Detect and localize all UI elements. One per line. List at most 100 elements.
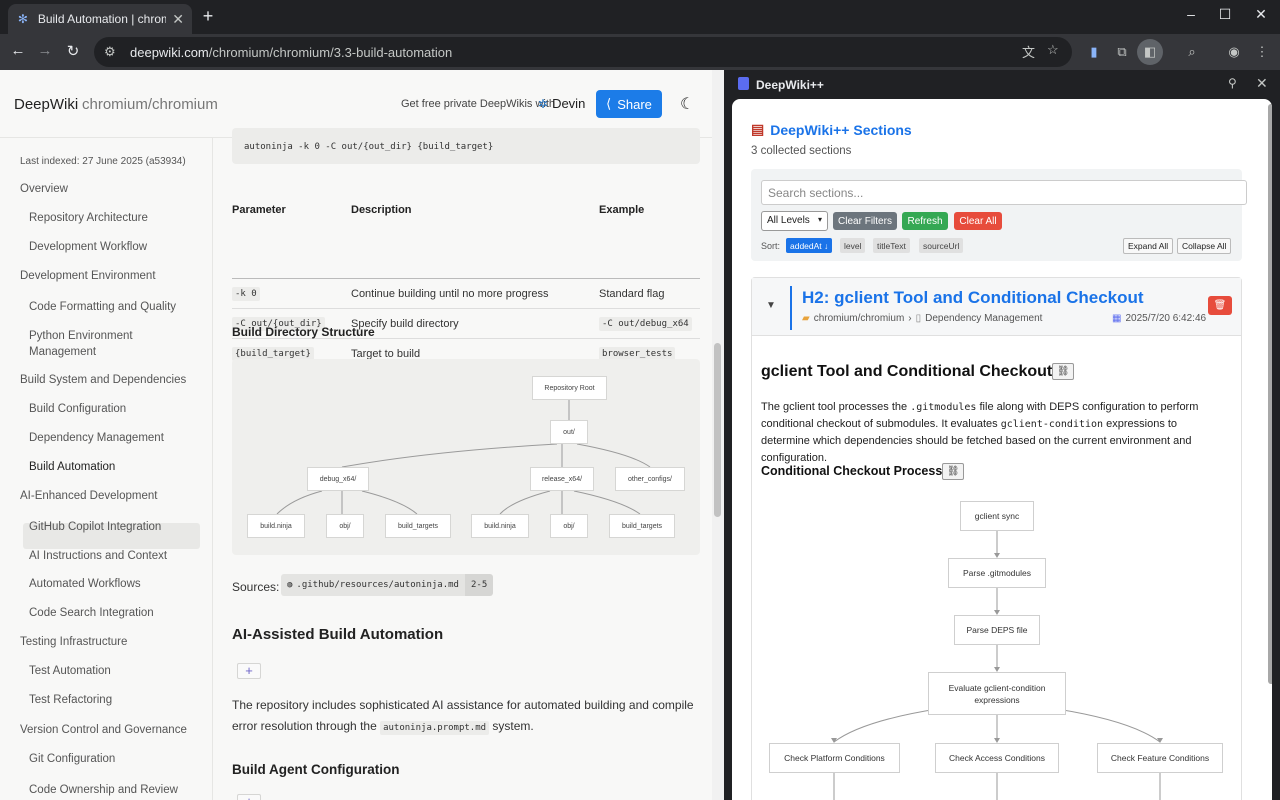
reload-icon[interactable]: ↻ xyxy=(63,42,83,60)
diagram-node: obj/ xyxy=(326,514,364,538)
collapse-toggle-icon[interactable]: ▼ xyxy=(766,300,776,311)
sidebar-item-build-configuration[interactable]: Build Configuration xyxy=(29,403,126,415)
sidebar-item-ai-instructions-and-context[interactable]: AI Instructions and Context xyxy=(29,548,179,564)
card-page: Dependency Management xyxy=(925,313,1043,324)
devin-label: Devin xyxy=(552,96,586,111)
forward-icon[interactable]: → xyxy=(35,42,55,59)
collapse-all-button[interactable]: Collapse All xyxy=(1177,238,1232,254)
tab-search-icon[interactable]: ⌕ xyxy=(1181,42,1203,62)
sidebar-item-build-automation[interactable]: Build Automation xyxy=(29,461,115,473)
address-bar[interactable]: ⚙ deepwiki.com/chromium/chromium/3.3-bui… xyxy=(94,37,1072,67)
window-close-icon[interactable]: ✕ xyxy=(1249,6,1273,23)
sort-option-sourceurl[interactable]: sourceUrl xyxy=(919,238,964,253)
diagram-node: build.ninja xyxy=(247,514,305,538)
minimize-icon[interactable]: – xyxy=(1179,6,1203,22)
delete-trash-icon[interactable]: 🗑 xyxy=(1208,296,1232,315)
card-date: ▦ 2025/7/20 6:42:46 xyxy=(1112,313,1207,324)
section-card: ▼ H2: gclient Tool and Conditional Check… xyxy=(751,277,1242,800)
devin-link[interactable]: ✲ Devin xyxy=(538,96,585,111)
bookmark-star-icon[interactable]: ☆ xyxy=(1047,42,1059,58)
card-accent-bar xyxy=(790,286,792,330)
new-tab-button[interactable]: + xyxy=(198,6,218,27)
section-card-title[interactable]: H2: gclient Tool and Conditional Checkou… xyxy=(802,288,1144,308)
browser-tab[interactable]: ✻ Build Automation | chromium/c ✕ xyxy=(8,4,192,34)
deepwiki-plus-icon xyxy=(738,77,749,90)
side-panel-close-icon[interactable]: ✕ xyxy=(1256,75,1268,92)
sidebar-item-build-system-and-dependencies[interactable]: Build System and Dependencies xyxy=(20,374,186,386)
tab-close-icon[interactable]: ✕ xyxy=(172,11,184,28)
clear-all-button[interactable]: Clear All xyxy=(954,212,1002,230)
sidebar-item-overview[interactable]: Overview xyxy=(20,183,68,195)
sidebar-item-testing-infrastructure[interactable]: Testing Infrastructure xyxy=(20,636,127,648)
page-icon: ▯ xyxy=(915,313,922,324)
repo-name[interactable]: chromium/chromium xyxy=(82,96,218,113)
side-panel-scrollbar[interactable] xyxy=(1268,104,1272,798)
sidebar-item-test-automation[interactable]: Test Automation xyxy=(29,665,111,677)
refresh-button[interactable]: Refresh xyxy=(902,212,948,230)
sources-label: Sources: xyxy=(232,580,280,594)
side-panel-icon[interactable]: ◧ xyxy=(1137,39,1163,65)
sidebar-item-development-workflow[interactable]: Development Workflow xyxy=(29,241,147,253)
table-divider xyxy=(232,308,700,309)
flow-node: Check Access Conditions xyxy=(935,743,1059,773)
sidebar-item-python-environment-management[interactable]: Python Environment Management xyxy=(29,328,179,360)
scrollbar-thumb[interactable] xyxy=(1268,104,1272,684)
sidebar-item-code-formatting-and-quality[interactable]: Code Formatting and Quality xyxy=(29,299,179,315)
sidebar-item-development-environment[interactable]: Development Environment xyxy=(20,270,156,282)
extension-deepwiki-icon[interactable]: ▮ xyxy=(1083,42,1105,62)
sidebar-item-code-ownership-and-review[interactable]: Code Ownership and Review xyxy=(29,782,179,798)
table-header-description: Description xyxy=(351,204,412,216)
flow-node: Check Feature Conditions xyxy=(1097,743,1223,773)
sidebar-item-git-configuration[interactable]: Git Configuration xyxy=(29,753,115,765)
wiki-content: autoninja -k 0 -C out/{out_dir} {build_t… xyxy=(213,128,712,800)
extensions-puzzle-icon[interactable]: ⧉ xyxy=(1111,42,1133,62)
brand-logo[interactable]: DeepWiki xyxy=(14,96,78,113)
section-heading: Build Agent Configuration xyxy=(232,762,400,777)
sort-option-level[interactable]: level xyxy=(840,238,866,253)
sections-heading: ▤ DeepWiki++ Sections xyxy=(751,121,912,138)
page-scrollbar[interactable] xyxy=(712,70,724,800)
dark-mode-toggle-icon[interactable]: ☾ xyxy=(680,94,694,114)
browser-toolbar: ← → ↻ ⚙ deepwiki.com/chromium/chromium/3… xyxy=(0,34,1280,70)
search-sections-input[interactable]: Search sections... xyxy=(761,180,1247,205)
github-icon: ◍ xyxy=(287,580,293,590)
sort-option-addedat[interactable]: addedAt ↓ xyxy=(786,238,833,253)
sort-option-titletext[interactable]: titleText xyxy=(873,238,910,253)
scrollbar-thumb[interactable] xyxy=(714,343,721,517)
level-select[interactable]: All Levels ▾ xyxy=(761,211,828,231)
add-section-button[interactable]: + xyxy=(237,794,261,800)
last-indexed-text: Last indexed: 27 June 2025 (a53934) xyxy=(20,156,186,167)
share-label: Share xyxy=(617,96,652,112)
sidebar-item-dependency-management[interactable]: Dependency Management xyxy=(29,432,164,444)
source-link[interactable]: ◍ .github/resources/autoninja.md 2-5 xyxy=(281,574,494,596)
section-card-header[interactable]: ▼ H2: gclient Tool and Conditional Check… xyxy=(752,278,1241,336)
share-button[interactable]: ⟨ Share xyxy=(596,90,662,118)
sidebar-item-ai-enhanced-development[interactable]: AI-Enhanced Development xyxy=(20,490,157,502)
add-section-button[interactable]: + xyxy=(237,663,261,679)
menu-kebab-icon[interactable]: ⋮ xyxy=(1251,42,1273,62)
site-info-icon[interactable]: ⚙ xyxy=(104,44,122,60)
sidebar-item-test-refactoring[interactable]: Test Refactoring xyxy=(29,694,112,706)
breadcrumb-separator: › xyxy=(908,313,912,324)
translate-icon[interactable]: 文 xyxy=(1022,42,1035,61)
sidebar-item-repository-architecture[interactable]: Repository Architecture xyxy=(29,212,148,224)
side-panel-title: DeepWiki++ xyxy=(756,78,824,92)
section-heading: Build Directory Structure xyxy=(232,325,375,339)
url-text: deepwiki.com/chromium/chromium/3.3-build… xyxy=(130,44,453,60)
diagram-node: debug_x64/ xyxy=(307,467,369,491)
back-icon[interactable]: ← xyxy=(8,42,28,59)
table-header-example: Example xyxy=(599,204,645,216)
expand-all-button[interactable]: Expand All xyxy=(1123,238,1174,254)
clear-filters-button[interactable]: Clear Filters xyxy=(833,212,897,230)
maximize-icon[interactable]: ☐ xyxy=(1213,6,1237,23)
deepwiki-favicon-icon: ✻ xyxy=(17,12,28,26)
table-cell-example: -C out/debug_x64 xyxy=(599,317,692,331)
sidebar-item-code-search-integration[interactable]: Code Search Integration xyxy=(29,607,154,619)
sidebar-item-automated-workflows[interactable]: Automated Workflows xyxy=(29,578,141,590)
sidebar-item-version-control-and-governance[interactable]: Version Control and Governance xyxy=(20,724,187,736)
profile-avatar-icon[interactable]: ◉ xyxy=(1223,42,1245,62)
pin-icon[interactable]: ⚲ xyxy=(1228,76,1237,90)
sidebar-item-github-copilot-integration[interactable]: GitHub Copilot Integration xyxy=(29,519,179,535)
source-lines: 2-5 xyxy=(464,574,494,596)
table-header-parameter: Parameter xyxy=(232,204,286,216)
